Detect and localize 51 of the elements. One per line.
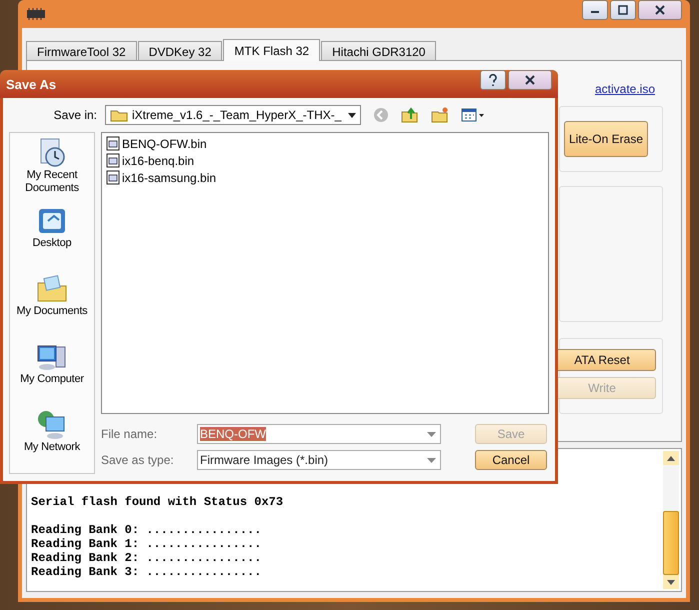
folder-dropdown[interactable]: iXtreme_v1.6_-_Team_HyperX_-THX-_ <box>105 105 361 125</box>
close-icon <box>524 75 536 85</box>
log-line: Reading Bank 0: ................ <box>31 523 262 537</box>
new-folder-icon[interactable] <box>431 107 449 123</box>
caret-icon <box>348 112 356 118</box>
action-button[interactable]: Lite-On Erase <box>564 121 648 157</box>
log-line: Serial flash found with Status 0x73 <box>31 495 284 509</box>
log-line: Reading Bank 2: ................ <box>31 551 262 565</box>
place-item[interactable]: My Documents <box>10 273 94 337</box>
place-item[interactable]: My Network <box>10 409 94 473</box>
caret-icon <box>427 458 436 462</box>
place-item[interactable]: My Recent Documents <box>10 137 94 201</box>
close-icon <box>654 5 666 15</box>
tab[interactable]: FirmwareTool 32 <box>26 41 137 60</box>
binary-file-icon <box>106 136 120 151</box>
file-type-dropdown[interactable]: Firmware Images (*.bin) <box>197 450 441 470</box>
chip-icon <box>26 8 46 20</box>
file-item[interactable]: BENQ-OFW.bin <box>106 135 544 152</box>
maximize-button[interactable] <box>610 0 636 20</box>
tab[interactable]: DVDKey 32 <box>138 41 222 60</box>
activate-link[interactable]: activate.iso <box>594 82 655 96</box>
dialog-title: Save As <box>6 76 56 92</box>
caret-icon <box>427 432 436 436</box>
close-button[interactable] <box>638 0 682 20</box>
file-item[interactable]: ix16-samsung.bin <box>106 169 544 186</box>
log-line: Reading Bank 3: ................ <box>31 565 262 579</box>
binary-file-icon <box>106 170 120 185</box>
scroll-down-icon[interactable] <box>663 575 679 589</box>
help-button[interactable] <box>480 70 506 90</box>
scroll-up-icon[interactable] <box>663 451 679 465</box>
log-line: Reading Bank 1: ................ <box>31 537 262 551</box>
minimize-button[interactable] <box>582 0 608 20</box>
binary-file-icon <box>106 153 120 168</box>
view-menu-icon[interactable] <box>461 108 485 122</box>
scrollbar[interactable] <box>663 451 679 589</box>
tab[interactable]: Hitachi GDR3120 <box>321 41 436 60</box>
file-name-label: File name: <box>101 427 158 441</box>
help-icon <box>488 74 498 86</box>
scroll-thumb[interactable] <box>663 511 679 575</box>
up-folder-icon[interactable] <box>401 107 419 123</box>
dialog-button[interactable]: Cancel <box>475 450 547 470</box>
save-in-label: Save in: <box>52 108 97 122</box>
tab[interactable]: MTK Flash 32 <box>223 39 320 61</box>
close-button[interactable] <box>508 70 552 90</box>
file-type-label: Save as type: <box>101 453 175 467</box>
file-name-field[interactable]: BENQ-OFW <box>197 424 441 444</box>
place-item[interactable]: Desktop <box>10 205 94 269</box>
file-item[interactable]: ix16-benq.bin <box>106 152 544 169</box>
maximize-icon <box>617 5 629 15</box>
place-item[interactable]: My Computer <box>10 341 94 405</box>
folder-icon <box>110 108 128 122</box>
